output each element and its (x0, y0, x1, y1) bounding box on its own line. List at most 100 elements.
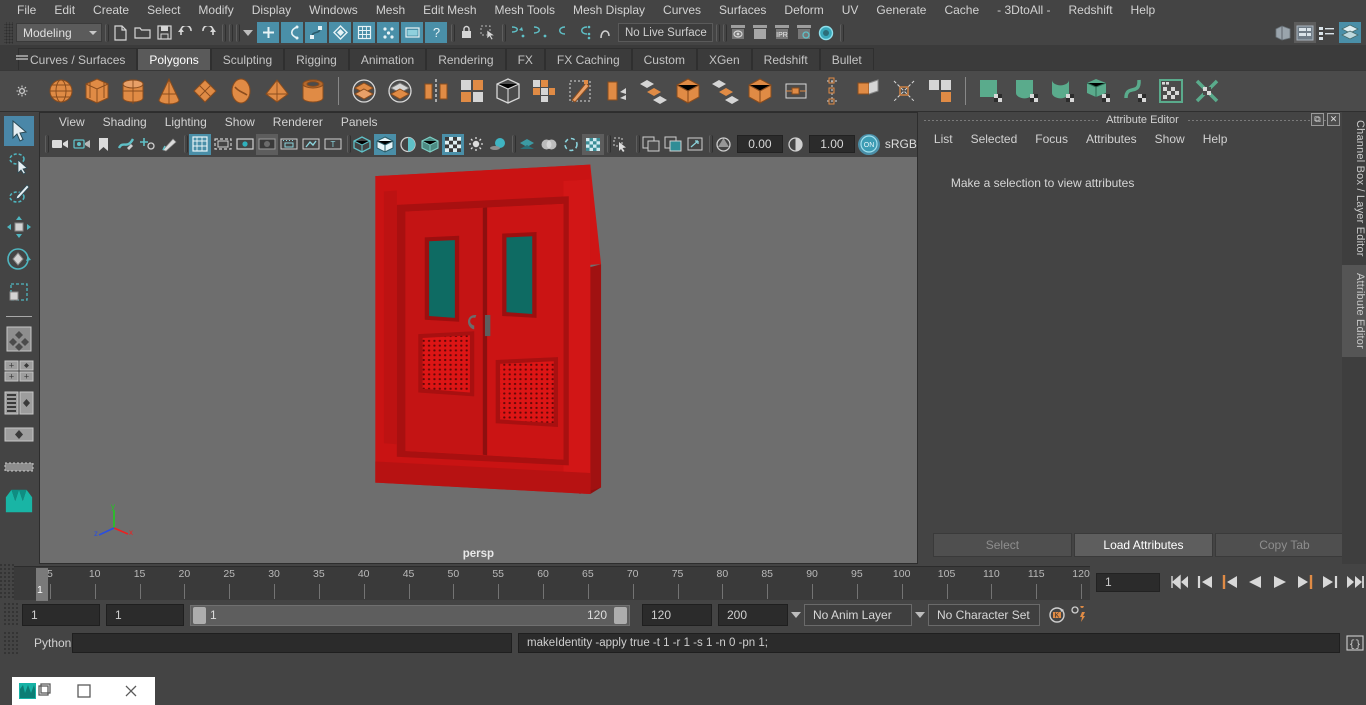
play-backwards-icon[interactable] (1244, 572, 1266, 593)
four-view-layout-icon[interactable] (4, 324, 34, 354)
shelf-tab-redshift[interactable]: Redshift (751, 48, 820, 70)
ae-menu-show[interactable]: Show (1146, 132, 1194, 146)
uv-unfold-icon[interactable] (1118, 73, 1152, 109)
output-connections-icon[interactable] (550, 22, 572, 43)
menu-mesh[interactable]: Mesh (367, 0, 414, 20)
field-chart-icon[interactable] (278, 134, 300, 155)
shaded-wireframe-icon[interactable] (397, 134, 419, 155)
dock-tab-channel-box[interactable]: Channel Box / Layer Editor (1342, 112, 1366, 265)
resolution-gate-icon[interactable] (234, 134, 256, 155)
show-hide-sidebar-icon[interactable] (1272, 22, 1294, 43)
viewport-menu-show[interactable]: Show (216, 113, 264, 131)
step-forward-frame-icon[interactable] (1294, 572, 1316, 593)
maximize-window-icon[interactable] (60, 677, 108, 705)
uv-cylindrical-icon[interactable] (1010, 73, 1044, 109)
redo-icon[interactable] (197, 22, 219, 43)
menu-windows[interactable]: Windows (300, 0, 367, 20)
poly-cone-icon[interactable] (152, 73, 186, 109)
input-connections-icon[interactable] (528, 22, 550, 43)
shelf-tab-xgen[interactable]: XGen (696, 48, 752, 70)
display-layer-icon[interactable] (640, 134, 662, 155)
load-attributes-button[interactable]: Load Attributes (1073, 533, 1213, 557)
image-plane-display-icon[interactable] (662, 134, 684, 155)
scale-tool-icon[interactable] (4, 276, 34, 306)
auto-keyframe-icon[interactable]: K (1046, 605, 1068, 626)
poly-connect-icon[interactable] (887, 73, 921, 109)
poly-boolean-difference-icon[interactable] (383, 73, 417, 109)
poly-insert-edge-loop-icon[interactable] (815, 73, 849, 109)
command-language-label[interactable]: Python (18, 636, 72, 650)
grease-pencil-icon[interactable] (159, 134, 181, 155)
render-current-frame-icon[interactable] (727, 22, 749, 43)
redo-previous-render-icon[interactable] (749, 22, 771, 43)
poly-extrude-icon[interactable] (527, 73, 561, 109)
save-scene-icon[interactable] (153, 22, 175, 43)
shelf-tab-animation[interactable]: Animation (348, 48, 427, 70)
shelf-tab-curves-surfaces[interactable]: Curves / Surfaces (18, 48, 138, 70)
select-button[interactable]: Select (932, 533, 1072, 557)
image-plane-icon[interactable] (115, 134, 137, 155)
paint-select-tool-icon[interactable] (4, 180, 34, 210)
uv-spherical-icon[interactable] (1046, 73, 1080, 109)
menu-generate[interactable]: Generate (867, 0, 935, 20)
menu-cache[interactable]: Cache (935, 0, 988, 20)
ambient-occlusion-icon[interactable] (487, 134, 509, 155)
menu-3dtoall[interactable]: - 3DtoAll - (988, 0, 1059, 20)
uv-automatic-icon[interactable] (1082, 73, 1116, 109)
modeling-toolkit-icon[interactable] (1339, 22, 1361, 43)
undock-icon[interactable]: ⧉ (1311, 113, 1324, 126)
poly-quad-draw-icon[interactable] (707, 73, 741, 109)
poly-append-icon[interactable] (779, 73, 813, 109)
xray-joints-icon[interactable] (560, 134, 582, 155)
shelf-tab-fx-caching[interactable]: FX Caching (544, 48, 632, 70)
menu-edit[interactable]: Edit (45, 0, 84, 20)
highlight-selection-icon[interactable] (477, 22, 499, 43)
character-set-dropdown-arrow[interactable] (912, 604, 928, 626)
isolate-select-icon[interactable] (516, 134, 538, 155)
shadows-icon[interactable] (465, 134, 487, 155)
copy-tab-button[interactable]: Copy Tab (1214, 533, 1354, 557)
current-time-indicator[interactable]: 1 (36, 568, 48, 601)
time-slider-grip[interactable] (0, 564, 14, 600)
menu-curves[interactable]: Curves (654, 0, 710, 20)
render-settings-icon[interactable] (793, 22, 815, 43)
gamma-field[interactable]: 1.00 (808, 135, 855, 153)
grid-toggle-icon[interactable] (188, 133, 211, 155)
range-handle-left[interactable] (193, 606, 206, 624)
shelf-tab-custom[interactable]: Custom (631, 48, 697, 70)
exposure-icon[interactable] (713, 134, 735, 155)
range-handle-right[interactable] (614, 606, 627, 624)
script-editor-icon[interactable]: {} (1344, 632, 1366, 654)
rotate-tool-icon[interactable] (4, 244, 34, 274)
close-window-icon[interactable] (107, 677, 155, 705)
shelf-options-button[interactable] (0, 71, 44, 111)
range-slider-grip[interactable] (4, 603, 18, 627)
range-bar[interactable]: 1 120 (190, 604, 630, 626)
menu-surfaces[interactable]: Surfaces (710, 0, 775, 20)
snap-to-points-icon[interactable] (377, 22, 399, 43)
poly-pipe-icon[interactable] (296, 73, 330, 109)
character-set-field[interactable]: No Character Set (928, 604, 1040, 626)
maya-app-icon[interactable] (12, 677, 60, 705)
lock-icon[interactable] (455, 22, 477, 43)
poly-sphere-icon[interactable] (44, 73, 78, 109)
ae-menu-selected[interactable]: Selected (962, 132, 1027, 146)
safe-action-icon[interactable] (300, 134, 322, 155)
camera-attributes-icon[interactable] (71, 134, 93, 155)
viewport-canvas[interactable]: y x z persp (39, 157, 917, 563)
animation-preferences-icon[interactable] (1068, 605, 1090, 626)
poly-bevel-icon[interactable] (599, 73, 633, 109)
anim-layer-dropdown-arrow[interactable] (788, 604, 804, 626)
wireframe-icon[interactable] (351, 134, 373, 155)
poly-combine-icon[interactable] (491, 73, 525, 109)
film-gate-icon[interactable] (212, 134, 234, 155)
menu-mesh-display[interactable]: Mesh Display (564, 0, 654, 20)
menu-set-selector[interactable]: Modeling (16, 23, 102, 42)
select-by-object-type-icon[interactable] (281, 22, 303, 43)
persp-graph-layout-icon[interactable] (4, 388, 34, 418)
ae-menu-help[interactable]: Help (1194, 132, 1237, 146)
play-forwards-icon[interactable] (1269, 572, 1291, 593)
poly-mirror-icon[interactable] (419, 73, 453, 109)
xray-active-components-icon[interactable] (581, 133, 604, 155)
smooth-shade-all-icon[interactable] (373, 133, 396, 155)
